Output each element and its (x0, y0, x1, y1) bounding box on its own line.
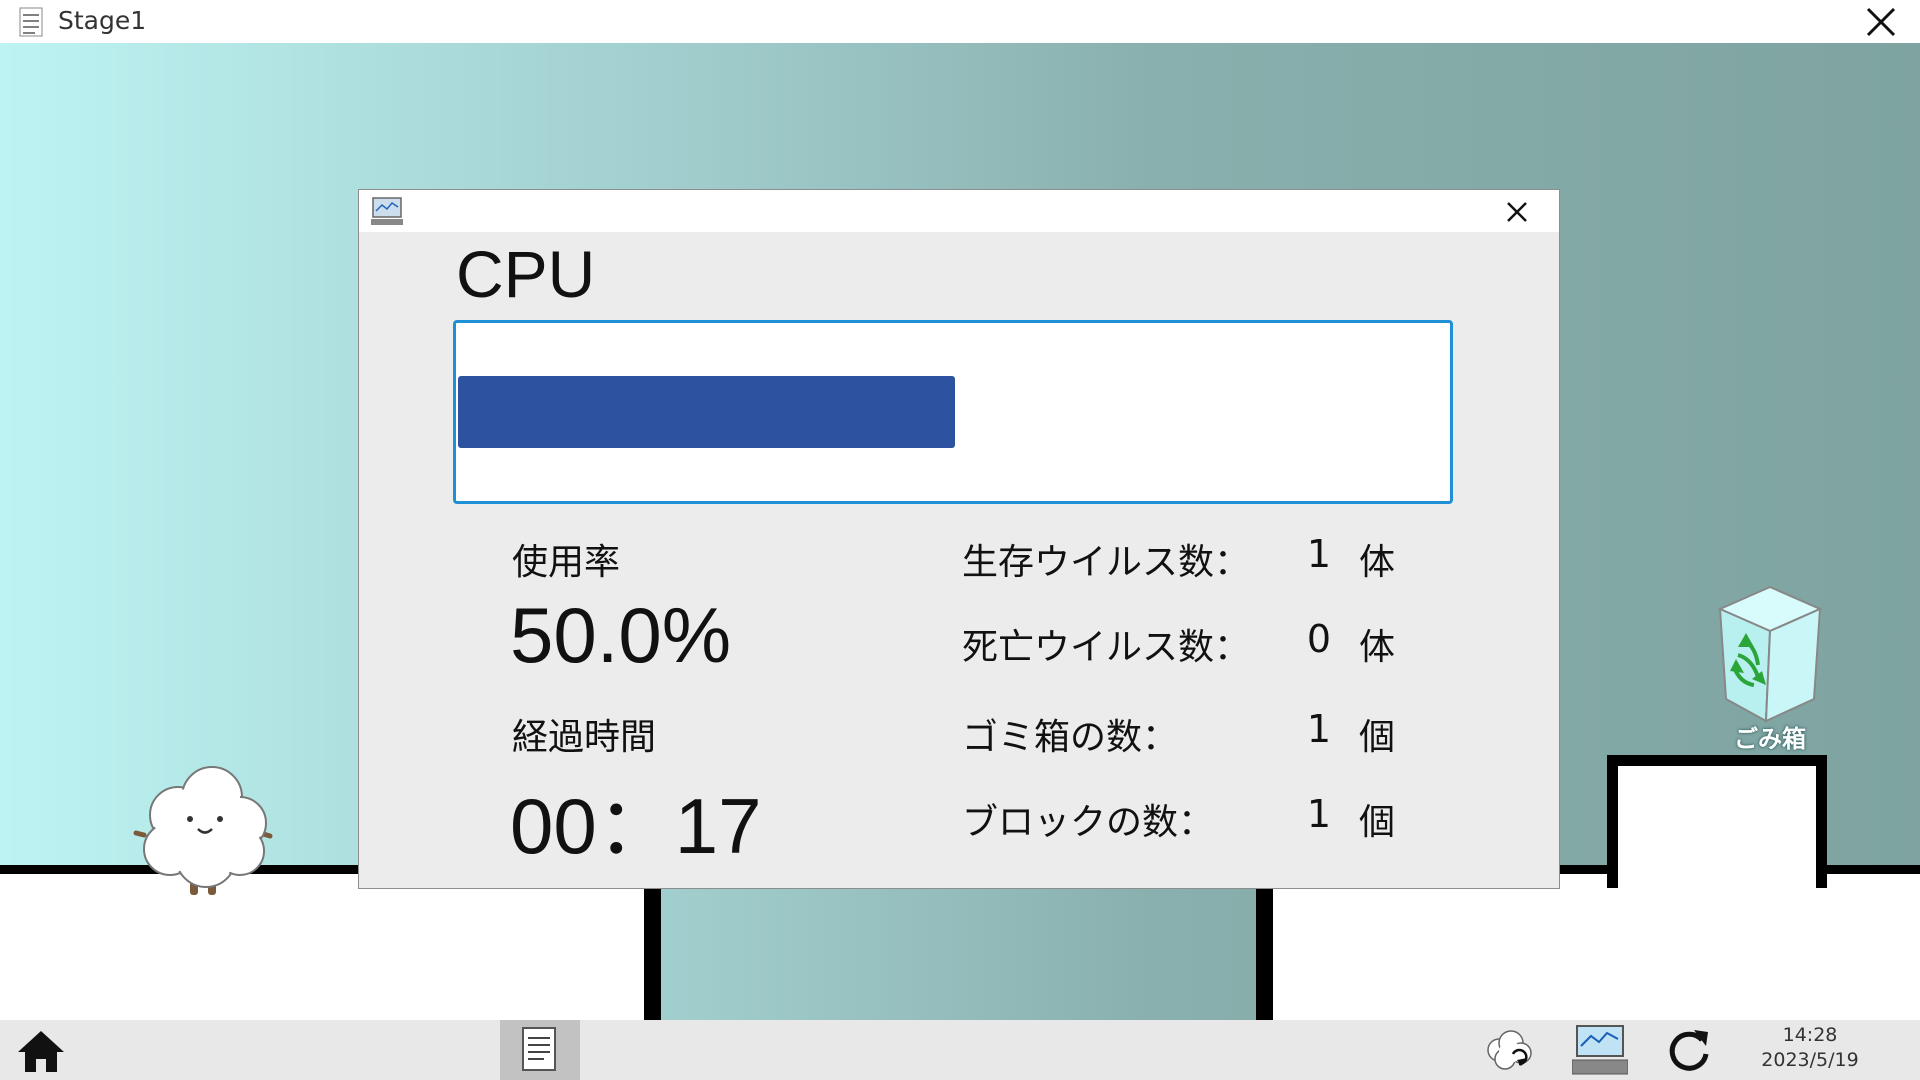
window-title: Stage1 (58, 6, 147, 35)
block[interactable] (1607, 755, 1827, 888)
stat-unit-trash: 個 (1359, 717, 1396, 758)
trash-label: ごみ箱 (1734, 725, 1806, 753)
home-icon[interactable] (16, 1028, 66, 1074)
stat-value-blocks: 1 (1306, 792, 1332, 836)
taskbar-clock: 14:28 2023/5/19 (1755, 1023, 1865, 1073)
monitor-icon (371, 197, 403, 225)
taskbar: 14:28 2023/5/19 (0, 1020, 1920, 1080)
dialog-title: CPU (456, 237, 596, 311)
stat-label-blocks: ブロックの数： (962, 802, 1215, 843)
cpu-usage-bar (453, 320, 1453, 504)
recycle-bin-icon[interactable] (1700, 583, 1840, 733)
close-icon[interactable] (1505, 200, 1529, 224)
monitor-icon[interactable] (1572, 1022, 1628, 1078)
title-bar: Stage1 (0, 0, 1920, 43)
document-menu-icon[interactable] (17, 6, 45, 38)
usage-label: 使用率 (512, 542, 621, 583)
stat-value-dead: 0 (1306, 617, 1332, 661)
cloud-sync-icon[interactable] (1483, 1028, 1535, 1074)
stat-label-trash: ゴミ箱の数： (962, 717, 1179, 758)
notes-taskbar-button[interactable] (500, 1020, 580, 1080)
cotton-cloud-character[interactable] (132, 741, 274, 901)
stat-label-dead: 死亡ウイルス数： (962, 627, 1251, 668)
cpu-dialog: CPU 使用率 50.0% 経過時間 00：17 生存ウイルス数： 1 体 死亡… (358, 189, 1560, 889)
notes-icon (522, 1027, 556, 1071)
stat-unit-dead: 体 (1359, 627, 1396, 668)
stat-unit-alive: 体 (1359, 542, 1396, 583)
cpu-usage-fill (458, 376, 955, 448)
clock-date: 2023/5/19 (1761, 1049, 1859, 1071)
clock-time: 14:28 (1782, 1024, 1838, 1046)
usage-value: 50.0% (510, 591, 732, 679)
elapsed-value: 00：17 (510, 782, 762, 870)
stat-value-trash: 1 (1306, 707, 1332, 751)
stat-unit-blocks: 個 (1359, 802, 1396, 843)
reload-icon[interactable] (1664, 1026, 1714, 1076)
elapsed-label: 経過時間 (512, 717, 657, 758)
stat-label-alive: 生存ウイルス数： (962, 542, 1251, 583)
dialog-header (359, 190, 1559, 232)
stat-value-alive: 1 (1306, 532, 1332, 576)
close-icon[interactable] (1864, 5, 1898, 39)
